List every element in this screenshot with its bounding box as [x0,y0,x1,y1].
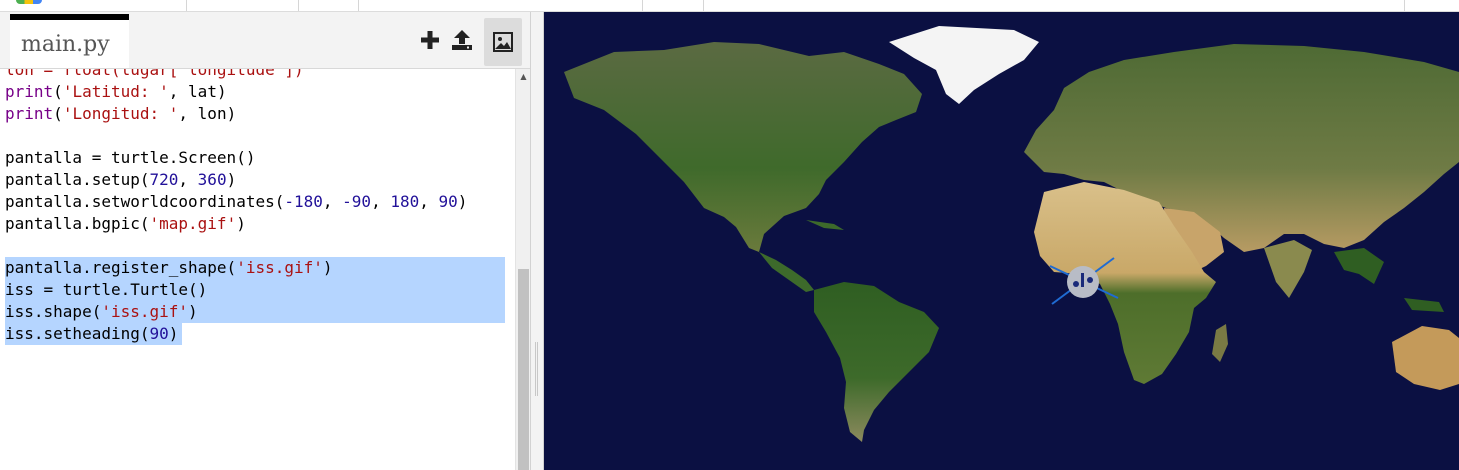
menu-divider [1404,0,1405,11]
code-token: 'iss.gif' [101,302,189,321]
code-line: lon = float(lugar['longitude']) [5,69,304,81]
code-line: print('Latitud: ', lat) [5,81,227,103]
upload-icon [452,30,472,50]
code-token: -180 [284,192,323,211]
app-logo-icon [16,0,42,4]
code-editor-pane: main.py lon = float(lugar['longitude']) p… [0,12,530,470]
code-token: , [322,192,343,211]
code-token: 'Longitud: ' [62,104,179,123]
code-token: ) [322,258,333,277]
code-token: , lat) [168,82,227,101]
code-line: iss.shape('iss.gif') [5,301,198,323]
world-map [544,12,1459,470]
code-token: , lon) [178,104,237,123]
code-line: iss = turtle.Turtle() [5,279,207,301]
code-token: ) [188,302,198,321]
code-line: pantalla.bgpic('map.gif') [5,213,246,235]
tab-main-py[interactable]: main.py [10,14,129,68]
code-token: pantalla.bgpic( [5,214,150,233]
editor-scrollbar[interactable]: ▲ [515,69,530,470]
code-line: print('Longitud: ', lon) [5,103,236,125]
turtle-output-canvas [544,12,1459,470]
scrollbar-thumb[interactable] [518,269,529,470]
code-line: pantalla.register_shape('iss.gif') [5,257,333,279]
code-token: iss.setheading( [5,324,150,343]
code-token: pantalla = turtle.Screen() [5,148,256,167]
code-token: ( [53,82,63,101]
upload-button[interactable] [448,26,476,54]
code-text-area[interactable]: lon = float(lugar['longitude']) print('La… [0,69,515,470]
code-token: 'Latitud: ' [62,82,169,101]
code-token: 180 [390,192,420,211]
menu-divider [642,0,643,11]
code-token: iss.shape( [5,302,102,321]
editor-tab-bar: main.py [0,12,530,69]
code-token: 720 [149,170,179,189]
code-token: , [178,170,198,189]
code-line: pantalla.setup(720, 360) [5,169,236,191]
top-menu-bar [0,0,1459,12]
code-token: 'iss.gif' [236,258,323,277]
code-token: ) [226,170,237,189]
menu-divider [358,0,359,11]
add-file-button[interactable] [416,26,444,54]
code-token: , [419,192,439,211]
code-token: lon = float(lugar['longitude']) [5,69,304,79]
code-token: , [371,192,391,211]
code-token: print [5,82,54,101]
code-token: ) [457,192,468,211]
code-token: pantalla.setworldcoordinates( [5,192,285,211]
image-icon [493,32,513,52]
pane-splitter[interactable] [530,12,544,470]
splitter-grip-icon[interactable] [535,342,539,396]
menu-divider [186,0,187,11]
menu-divider [298,0,299,11]
code-line: pantalla.setworldcoordinates(-180, -90, … [5,191,467,213]
code-token: ( [53,104,63,123]
code-token: -90 [342,192,372,211]
code-token: 90 [438,192,458,211]
code-token: ) [236,214,246,233]
code-token: 360 [197,170,227,189]
code-line: pantalla = turtle.Screen() [5,147,255,169]
menu-divider [703,0,704,11]
code-token: 'map.gif' [149,214,237,233]
plus-icon [421,31,439,49]
code-token: 90 [149,324,169,343]
code-token: print [5,104,54,123]
code-token: pantalla.register_shape( [5,258,237,277]
scroll-up-arrow-icon[interactable]: ▲ [516,71,531,83]
code-line: iss.setheading(90) [5,323,178,345]
code-token: iss = turtle.Turtle() [5,280,208,299]
code-token: ) [168,324,179,343]
code-token: pantalla.setup( [5,170,150,189]
images-button[interactable] [484,18,522,66]
tab-label: main.py [21,32,110,57]
